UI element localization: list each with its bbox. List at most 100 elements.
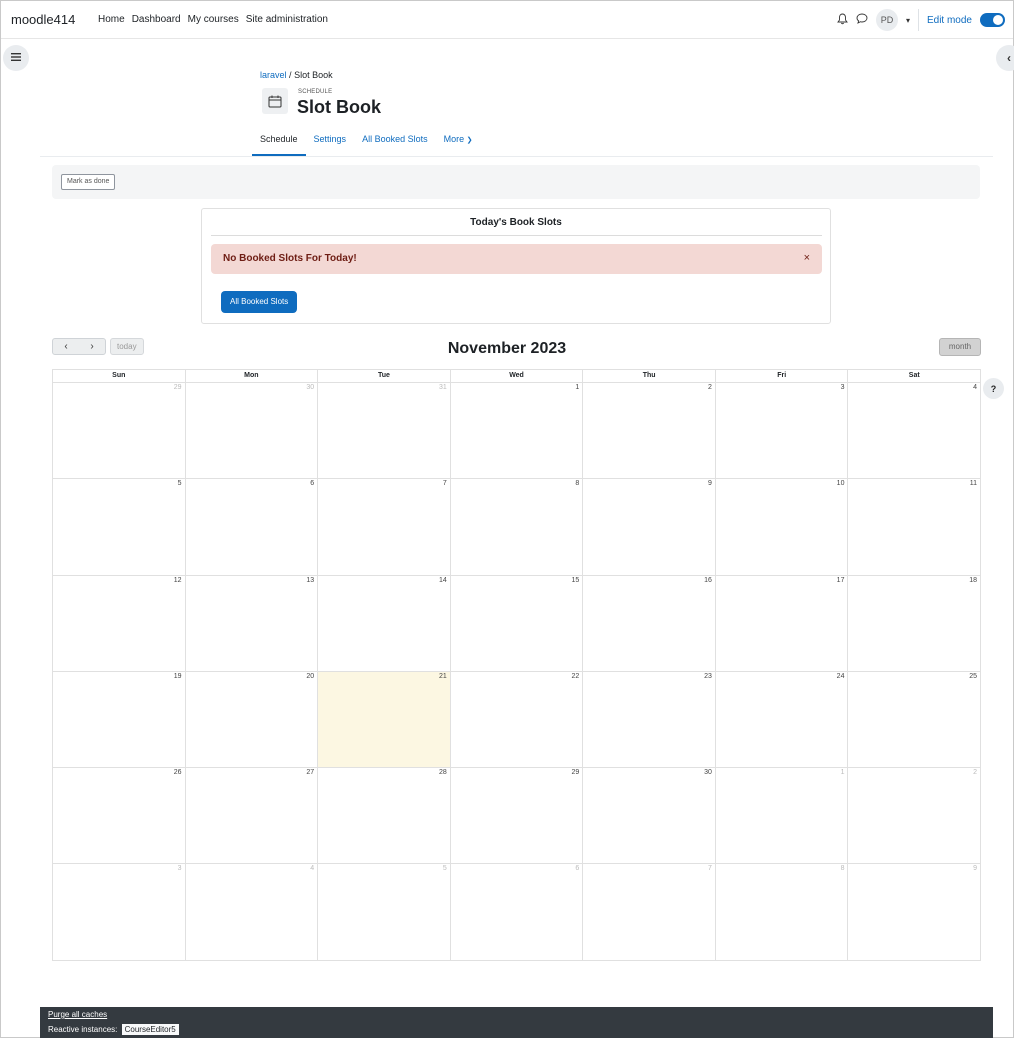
day-number[interactable]: 5 xyxy=(443,865,447,872)
calendar-day-cell[interactable]: 30 xyxy=(186,383,319,479)
calendar-day-cell[interactable]: 5 xyxy=(53,479,186,575)
calendar-day-cell[interactable]: 30 xyxy=(583,768,716,864)
calendar-day-cell[interactable]: 8 xyxy=(451,479,584,575)
calendar-day-cell[interactable]: 3 xyxy=(716,383,849,479)
day-number[interactable]: 7 xyxy=(443,480,447,487)
day-number[interactable]: 4 xyxy=(973,384,977,391)
day-number[interactable]: 12 xyxy=(174,577,182,584)
user-avatar[interactable]: PD xyxy=(875,9,898,31)
day-number[interactable]: 30 xyxy=(306,384,314,391)
calendar-day-cell[interactable]: 11 xyxy=(848,479,982,575)
day-number[interactable]: 27 xyxy=(306,769,314,776)
day-number[interactable]: 8 xyxy=(841,865,845,872)
day-number[interactable]: 16 xyxy=(704,577,712,584)
reactive-instance-badge[interactable]: CourseEditor5 xyxy=(121,1024,179,1035)
day-number[interactable]: 28 xyxy=(439,769,447,776)
day-number[interactable]: 1 xyxy=(575,384,579,391)
calendar-day-cell[interactable]: 16 xyxy=(583,575,716,671)
tab-more[interactable]: More ❯ xyxy=(436,128,481,156)
day-number[interactable]: 25 xyxy=(969,673,977,680)
calendar-day-cell[interactable]: 9 xyxy=(583,479,716,575)
calendar-day-cell[interactable]: 1 xyxy=(451,383,584,479)
breadcrumb-course-link[interactable]: laravel xyxy=(260,70,287,80)
calendar-day-cell[interactable]: 4 xyxy=(186,864,319,960)
calendar-day-cell[interactable]: 25 xyxy=(848,671,982,768)
day-number[interactable]: 11 xyxy=(970,480,977,487)
calendar-day-cell[interactable]: 26 xyxy=(53,768,186,864)
day-number[interactable]: 19 xyxy=(174,673,182,680)
day-number[interactable]: 1 xyxy=(841,769,845,776)
calendar-day-cell[interactable]: 9 xyxy=(848,864,982,960)
nav-dashboard[interactable]: Dashboard xyxy=(132,14,181,25)
calendar-day-cell[interactable]: 28 xyxy=(318,768,451,864)
nav-site-administration[interactable]: Site administration xyxy=(246,14,328,25)
mark-as-done-button[interactable]: Mark as done xyxy=(61,174,116,190)
calendar-day-cell[interactable]: 20 xyxy=(186,671,319,768)
calendar-day-cell[interactable]: 14 xyxy=(318,575,451,671)
day-number[interactable]: 3 xyxy=(178,865,182,872)
calendar-day-cell[interactable]: 22 xyxy=(451,671,584,768)
day-number[interactable]: 9 xyxy=(708,480,712,487)
calendar-day-cell[interactable]: 27 xyxy=(186,768,319,864)
day-number[interactable]: 21 xyxy=(439,673,447,680)
calendar-day-cell[interactable]: 5 xyxy=(318,864,451,960)
calendar-day-cell[interactable]: 8 xyxy=(716,864,849,960)
day-number[interactable]: 9 xyxy=(973,865,977,872)
calendar-day-cell[interactable]: 18 xyxy=(848,575,982,671)
day-number[interactable]: 6 xyxy=(575,865,579,872)
calendar-day-cell[interactable]: 31 xyxy=(318,383,451,479)
day-number[interactable]: 8 xyxy=(575,480,579,487)
day-number[interactable]: 29 xyxy=(174,384,182,391)
calendar-day-cell[interactable]: 29 xyxy=(451,768,584,864)
calendar-day-cell[interactable]: 19 xyxy=(53,671,186,768)
month-view-button[interactable]: month xyxy=(939,338,981,356)
calendar-day-cell[interactable]: 15 xyxy=(451,575,584,671)
calendar-day-cell[interactable]: 1 xyxy=(716,768,849,864)
day-number[interactable]: 10 xyxy=(837,480,845,487)
day-number[interactable]: 22 xyxy=(572,673,580,680)
all-booked-slots-button[interactable]: All Booked Slots xyxy=(221,291,298,313)
day-number[interactable]: 6 xyxy=(310,480,314,487)
day-number[interactable]: 20 xyxy=(306,673,314,680)
day-number[interactable]: 17 xyxy=(837,577,845,584)
calendar-day-cell[interactable]: 10 xyxy=(716,479,849,575)
calendar-day-cell[interactable]: 6 xyxy=(186,479,319,575)
calendar-day-cell[interactable]: 29 xyxy=(53,383,186,479)
calendar-day-cell[interactable]: 6 xyxy=(451,864,584,960)
calendar-day-cell[interactable]: 2 xyxy=(848,768,982,864)
user-menu-chevron-icon[interactable]: ▾ xyxy=(906,16,910,25)
day-number[interactable]: 30 xyxy=(704,769,712,776)
calendar-day-cell[interactable]: 13 xyxy=(186,575,319,671)
messages-chat-icon[interactable] xyxy=(856,13,868,27)
calendar-day-cell[interactable]: 21 xyxy=(318,671,451,768)
calendar-day-cell[interactable]: 2 xyxy=(583,383,716,479)
nav-home[interactable]: Home xyxy=(98,14,125,25)
day-number[interactable]: 31 xyxy=(439,384,447,391)
day-number[interactable]: 2 xyxy=(973,769,977,776)
calendar-day-cell[interactable]: 12 xyxy=(53,575,186,671)
calendar-day-cell[interactable]: 23 xyxy=(583,671,716,768)
day-number[interactable]: 29 xyxy=(572,769,580,776)
tab-settings[interactable]: Settings xyxy=(306,128,355,156)
close-icon[interactable]: × xyxy=(804,252,810,264)
day-number[interactable]: 15 xyxy=(572,577,580,584)
site-brand[interactable]: moodle414 xyxy=(11,12,75,27)
day-number[interactable]: 13 xyxy=(306,577,314,584)
day-number[interactable]: 2 xyxy=(708,384,712,391)
calendar-day-cell[interactable]: 7 xyxy=(318,479,451,575)
day-number[interactable]: 3 xyxy=(841,384,845,391)
day-number[interactable]: 24 xyxy=(837,673,845,680)
notifications-bell-icon[interactable] xyxy=(837,13,848,28)
tab-schedule[interactable]: Schedule xyxy=(252,128,306,156)
day-number[interactable]: 23 xyxy=(704,673,712,680)
tab-all-booked-slots[interactable]: All Booked Slots xyxy=(354,128,436,156)
calendar-day-cell[interactable]: 4 xyxy=(848,383,982,479)
calendar-day-cell[interactable]: 3 xyxy=(53,864,186,960)
day-number[interactable]: 14 xyxy=(439,577,447,584)
calendar-day-cell[interactable]: 17 xyxy=(716,575,849,671)
purge-caches-link[interactable]: Purge all caches xyxy=(48,1010,107,1019)
day-number[interactable]: 18 xyxy=(969,577,977,584)
nav-my-courses[interactable]: My courses xyxy=(188,14,239,25)
calendar-day-cell[interactable]: 7 xyxy=(583,864,716,960)
day-number[interactable]: 5 xyxy=(178,480,182,487)
